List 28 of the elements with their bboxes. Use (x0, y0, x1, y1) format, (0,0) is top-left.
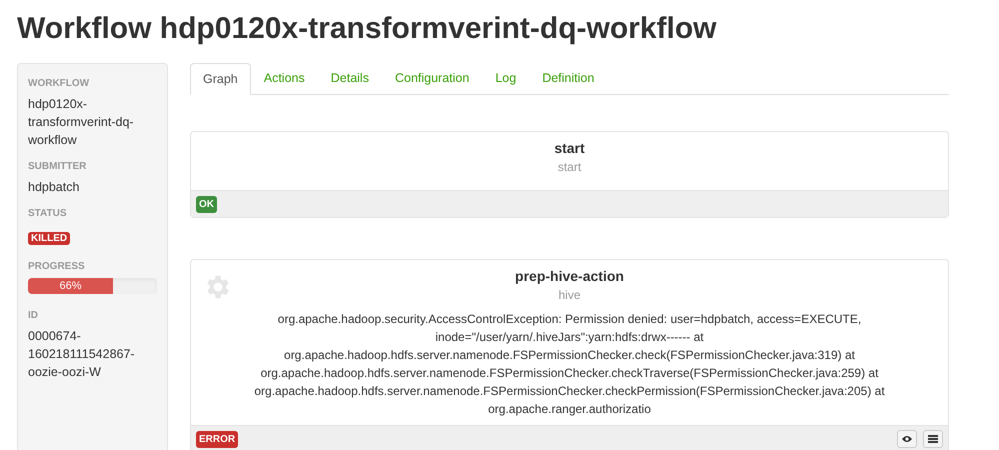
field-value: 0000674-160218111542867-oozie-oozi-W (28, 328, 136, 381)
field-value: hdpbatch (28, 179, 80, 196)
progress-fill: 66% (28, 278, 114, 294)
tab[interactable]: Configuration (382, 62, 482, 94)
status-badge: ERROR (196, 430, 238, 448)
view-button[interactable] (897, 430, 917, 448)
field-label: ID (28, 309, 39, 323)
node-name: start (554, 139, 585, 158)
node-type: start (558, 159, 582, 176)
tab[interactable]: Graph (190, 63, 251, 95)
field-label: STATUS (28, 207, 68, 221)
status-badge: OK (196, 196, 217, 212)
tab[interactable]: Details (318, 62, 382, 94)
field-label: SUBMITTER (28, 160, 88, 174)
tab[interactable]: Definition (529, 62, 608, 94)
node-type: hive (558, 287, 580, 304)
tab[interactable]: Log (482, 62, 530, 94)
status-badge: KILLED (28, 232, 70, 245)
list-button[interactable] (923, 430, 943, 448)
field-label: PROGRESS (28, 260, 86, 274)
tab[interactable]: Actions (250, 62, 318, 94)
field-label: WORKFLOW (28, 77, 90, 91)
error-message: org.apache.hadoop.security.AccessControlException: Permission denied: user=hdpbatch, access=EXECUTE, inode="/user/yarn/.hiveJars":yarn:hdfs:drwx------ at org.apache.hadoop.hdfs.server.namenode.FSPermissionChecker.check(FSPermissionChecker.java:319) at org.apache.hadoop.hdfs.server.namenode.FSPermissionChecker.checkTraverse(FSPermissionChecker.java:259) at org.apache.hadoop.hdfs.server.namenode.FSPermissionChecker.checkPermission(FSPermissionChecker.java:205) at org.apache.ranger.authorizatio (253, 311, 886, 418)
page-title: Workflow hdp0120x-transformverint-dq-workflow (17, 12, 718, 46)
node-name: prep-hive-action (515, 267, 624, 286)
eye-icon (902, 435, 912, 443)
field-value: hdp0120x-transformverint-dq-workflow (28, 96, 135, 149)
list-icon (928, 435, 938, 443)
